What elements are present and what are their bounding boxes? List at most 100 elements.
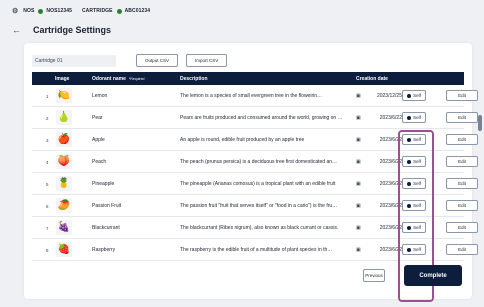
self-button[interactable]: Self	[402, 156, 426, 167]
row-number: 4	[46, 159, 49, 165]
odorant-name: Blackcurrant	[92, 225, 120, 231]
odorant-table: Image Odorant name *Required Description …	[32, 72, 478, 261]
settings-card: Cartridge 01 Output CSV Import CSV Image…	[24, 43, 478, 302]
creation-date: ▣ 2023/6/22	[356, 129, 402, 151]
self-label: Self	[413, 203, 421, 208]
odorant-name: Apple	[92, 137, 105, 143]
odorant-name: Raspberry	[92, 247, 116, 253]
col-odorant: Odorant name *Required	[92, 76, 144, 82]
table-row: 4 🍑 Peach The peach (prunus persica) is a d…	[32, 151, 478, 173]
nos-indicator: NOS NOS12345	[23, 8, 72, 14]
odorant-name: Lemon	[92, 93, 108, 99]
table-header: Image Odorant name *Required Description …	[32, 72, 464, 85]
cartridge-indicator: CARTRIDGE ABC01234	[82, 8, 150, 14]
creation-date: ▣ 2023/12/25	[356, 85, 402, 107]
toolbar: Cartridge 01 Output CSV Import CSV	[32, 54, 228, 67]
self-button[interactable]: Self	[402, 134, 426, 145]
import-csv-button[interactable]: Import CSV	[186, 54, 228, 67]
edit-button[interactable]: Edit	[446, 90, 478, 101]
self-button[interactable]: Self	[402, 90, 426, 101]
pineapple-image: 🍍	[56, 176, 72, 191]
previous-button[interactable]: Previous	[363, 269, 385, 282]
self-label: Self	[413, 225, 421, 230]
gear-icon[interactable]: ⚙	[12, 7, 18, 15]
required-note: *Required	[128, 77, 145, 81]
self-indicator-icon	[407, 247, 412, 252]
odorant-description: The raspberry is the edible fruit of a m…	[180, 247, 333, 253]
table-row: 1 🍋 Lemon The lemon is a species of small e…	[32, 85, 478, 107]
odorant-description: The passion fruit "fruit that serves its…	[180, 203, 338, 209]
odorant-description: The blackcurrant (Ribes nigrum), also kn…	[180, 225, 339, 231]
edit-button[interactable]: Edit	[446, 222, 478, 233]
creation-date-value: 2023/6/22	[379, 181, 402, 187]
blackcurrant-image: 🍇	[56, 220, 72, 235]
creation-date: ▣ 2023/6/22	[356, 151, 402, 173]
self-indicator-icon	[407, 93, 412, 98]
page-header: ← Cartridge Settings	[0, 22, 484, 38]
self-label: Self	[413, 115, 421, 120]
edit-button[interactable]: Edit	[446, 178, 478, 189]
scrollbar[interactable]	[478, 115, 482, 131]
output-csv-button[interactable]: Output CSV	[136, 54, 179, 67]
odorant-name: Passion Fruit	[92, 203, 122, 209]
page-title: Cartridge Settings	[33, 25, 112, 35]
self-label: Self	[413, 181, 421, 186]
cartridge-name-input[interactable]: Cartridge 01	[32, 54, 116, 67]
complete-button[interactable]: Complete	[404, 265, 462, 286]
self-button[interactable]: Self	[402, 200, 426, 211]
calendar-icon: ▣	[356, 137, 361, 143]
edit-button[interactable]: Edit	[446, 134, 478, 145]
raspberry-image: 🍓	[56, 242, 72, 257]
calendar-icon: ▣	[356, 159, 361, 165]
col-description: Description	[180, 76, 208, 82]
self-indicator-icon	[407, 225, 412, 230]
odorant-description: The peach (prunus persica) is a deciduou…	[180, 159, 338, 165]
odorant-description: The lemon is a species of small evergree…	[180, 93, 323, 99]
edit-button[interactable]: Edit	[446, 244, 478, 255]
table-row: 5 🍍 Pineapple The pineapple (Ananas comosus…	[32, 173, 478, 195]
creation-date: ▣ 2023/6/22	[356, 195, 402, 217]
row-number: 6	[46, 203, 49, 209]
self-button[interactable]: Self	[402, 112, 426, 123]
creation-date-value: 2023/6/22	[379, 159, 402, 165]
creation-date: ▣ 2023/6/22	[356, 173, 402, 195]
self-label: Self	[413, 247, 421, 252]
calendar-icon: ▣	[356, 93, 361, 99]
creation-date-value: 2023/6/22	[379, 247, 402, 253]
odorant-name: Peach	[92, 159, 107, 165]
self-button[interactable]: Self	[402, 222, 426, 233]
table-row: 6 🥭 Passion Fruit The passion fruit "fruit …	[32, 195, 478, 217]
table-row: 2 🍐 Pear Pears are fruits produced and cons…	[32, 107, 478, 129]
edit-button[interactable]: Edit	[446, 156, 478, 167]
creation-date-value: 2023/6/22	[379, 115, 402, 121]
edit-button[interactable]: Edit	[446, 112, 478, 123]
odorant-name: Pineapple	[92, 181, 115, 187]
creation-date: ▣ 2023/6/22	[356, 217, 402, 239]
table-row: 8 🍓 Raspberry The raspberry is the edible f…	[32, 239, 478, 261]
creation-date-value: 2023/6/22	[379, 225, 402, 231]
creation-date: ▣ 2023/6/22	[356, 107, 402, 129]
table-row: 7 🍇 Blackcurrant The blackcurrant (Ribes ni…	[32, 217, 478, 239]
self-indicator-icon	[407, 115, 412, 120]
row-number: 7	[46, 225, 49, 231]
cartridge-label: CARTRIDGE	[81, 8, 113, 14]
self-indicator-icon	[407, 203, 412, 208]
peach-image: 🍑	[56, 154, 72, 169]
back-arrow-icon[interactable]: ←	[12, 25, 21, 35]
self-button[interactable]: Self	[402, 244, 426, 255]
row-number: 3	[46, 137, 49, 143]
nos-status-dot	[38, 8, 44, 14]
nos-label: NOS	[23, 8, 35, 14]
creation-date: ▣ 2023/6/22	[356, 239, 402, 261]
odorant-description: An apple is round, edible fruit produced…	[180, 137, 305, 143]
self-button[interactable]: Self	[402, 178, 426, 189]
apple-image: 🍎	[56, 132, 72, 147]
calendar-icon: ▣	[356, 181, 361, 187]
col-creation-date: Creation date	[356, 76, 388, 82]
nos-value: NOS12345	[46, 8, 72, 14]
odorant-description: Pears are fruits produced and consumed a…	[180, 115, 343, 121]
lemon-image: 🍋	[56, 88, 72, 103]
self-label: Self	[413, 137, 421, 142]
table-row: 3 🍎 Apple An apple is round, edible fruit p…	[32, 129, 478, 151]
edit-button[interactable]: Edit	[446, 200, 478, 211]
